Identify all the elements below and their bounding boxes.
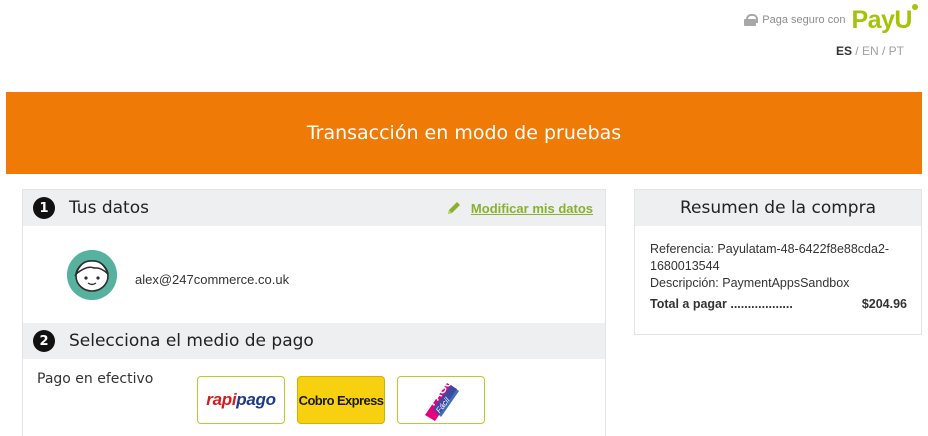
description-label: Descripción: [650,276,719,290]
cobro-express-option[interactable]: Cobro Express [297,376,385,424]
step-1-header: 1 Tus datos Modificar mis datos [23,190,605,226]
reference-label: Referencia: [650,242,714,256]
pencil-icon [447,202,460,214]
user-email: alex@247commerce.co.uk [135,272,290,287]
total-label: Total a pagar .................. [650,297,793,311]
lang-pt[interactable]: PT [889,44,904,58]
purchase-summary-panel: Resumen de la compra Referencia: Payulat… [634,189,922,335]
edit-data-label: Modificar mis datos [470,200,593,216]
rapipago-option[interactable]: rapipago [197,376,285,424]
avatar [67,250,117,300]
reference-line: Referencia: Payulatam-48-6422f8e88cda2-1… [650,241,907,275]
step-number-1: 1 [33,197,55,219]
edit-data-link[interactable]: Modificar mis datos [445,199,593,217]
total-line: Total a pagar .................. $204.96 [650,296,907,313]
banner-text: Transacción en modo de pruebas [306,122,622,144]
secure-label: Paga seguro con [762,14,846,26]
lock-icon [744,14,759,26]
summary-body: Referencia: Payulatam-48-6422f8e88cda2-1… [635,226,921,313]
step-2-header: 2 Selecciona el medio de pago [23,323,605,359]
language-selector: ES / EN / PT [835,44,904,58]
summary-title: Resumen de la compra [679,198,877,218]
summary-header: Resumen de la compra [635,190,921,226]
description-value: PaymentAppsSandbox [722,276,850,290]
total-value: $204.96 [861,297,907,311]
step-1-title: Tus datos [69,198,149,218]
test-mode-banner: Transacción en modo de pruebas [6,92,922,174]
lang-es[interactable]: ES [836,44,852,58]
lang-en[interactable]: EN [862,44,879,58]
pago-facil-logo: PAGO Fácil [425,379,459,421]
cobro-express-logo: Cobro Express [298,392,384,408]
user-info: alex@247commerce.co.uk [23,226,605,323]
pago-facil-option[interactable]: PAGO Fácil [397,376,485,424]
payment-cash-row: Pago en efectivo rapipago Cobro Express … [23,359,605,436]
payment-category-label: Pago en efectivo [37,371,154,387]
payu-logo: PayU [851,4,918,33]
step-2-title: Selecciona el medio de pago [69,331,314,351]
checkout-steps-panel: 1 Tus datos Modificar mis datos alex@247… [22,189,606,436]
step-number-2: 2 [33,330,55,352]
rapipago-logo: rapipago [206,390,276,409]
description-line: Descripción: PaymentAppsSandbox [650,275,907,292]
secure-payment-header: Paga seguro con PayU [744,4,918,33]
